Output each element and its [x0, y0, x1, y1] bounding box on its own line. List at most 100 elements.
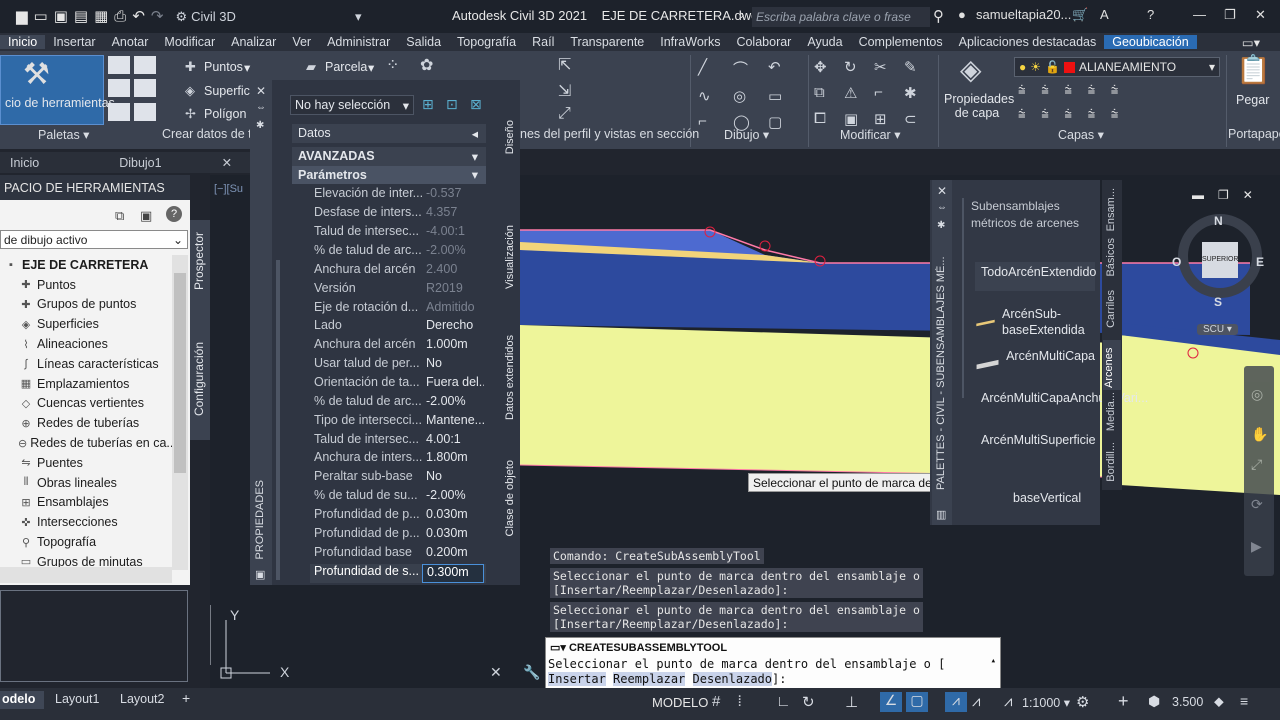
annotation-monitor-icon[interactable]: +: [1118, 691, 1129, 712]
steering-wheel-icon[interactable]: ◎: [1251, 386, 1263, 403]
osnap-tracking-icon[interactable]: ∠: [880, 692, 902, 712]
search-input[interactable]: Escriba palabra clave o frase: [752, 7, 930, 27]
feature-line-icon[interactable]: ⁘: [386, 58, 399, 74]
palette-tool-todo-arcen[interactable]: TodoArcénExtendido: [975, 262, 1096, 291]
property-row[interactable]: % de talud de arc... -2.00%: [310, 243, 486, 262]
property-value[interactable]: 0.030m: [422, 507, 484, 526]
option-desenlazado[interactable]: Desenlazado: [692, 672, 772, 686]
viewcube-north[interactable]: N: [1214, 214, 1223, 228]
palette-tool-base-vertical[interactable]: baseVertical: [975, 490, 1095, 515]
layer-tool-8-icon[interactable]: ⩭: [1064, 106, 1087, 124]
property-row[interactable]: Orientación de ta... Fuera del...: [310, 375, 486, 394]
settings-icon[interactable]: ✱: [937, 220, 945, 231]
mirror-icon[interactable]: ⚠: [844, 84, 874, 102]
settings-icon[interactable]: ✱: [256, 120, 264, 131]
spline-icon[interactable]: ∿: [698, 87, 733, 105]
offset-icon[interactable]: ⊂: [904, 110, 934, 128]
window-icon[interactable]: ▣: [140, 208, 152, 224]
panel-perfil[interactable]: nes del perfil y vistas en sección: [520, 127, 699, 141]
osnap-icon[interactable]: ▢: [906, 692, 928, 712]
tree-expand-icon[interactable]: ⧉: [115, 208, 124, 224]
model-space-button[interactable]: MODELO: [652, 695, 708, 710]
stretch-icon[interactable]: ⧠: [814, 110, 844, 128]
tab-ensamblajes[interactable]: Ensam...: [1105, 188, 1117, 231]
fillet-icon[interactable]: ⌐: [874, 84, 904, 102]
tab-complementos[interactable]: Complementos: [851, 35, 951, 49]
panel-portapapeles[interactable]: Portapape: [1228, 127, 1280, 141]
viewcube-west[interactable]: O: [1172, 255, 1181, 269]
scrollbar-thumb[interactable]: [174, 273, 186, 473]
line-icon[interactable]: ╱: [698, 58, 733, 79]
tab-ver[interactable]: Ver: [284, 35, 319, 49]
tab-inicio[interactable]: Inicio: [0, 35, 46, 49]
tree-item-redes[interactable]: ⊕ Redes de tuberías: [0, 413, 172, 433]
tab-carriles[interactable]: Carriles: [1105, 290, 1117, 328]
save-icon[interactable]: ▣: [54, 9, 68, 24]
section-datos[interactable]: Datos ◂: [292, 124, 486, 143]
palette-scrollbar[interactable]: [962, 198, 964, 398]
ortho-icon[interactable]: ∟: [776, 693, 791, 710]
property-value[interactable]: Fuera del...: [422, 375, 484, 394]
points-button[interactable]: Puntos: [204, 60, 243, 74]
property-row[interactable]: Profundidad de p... 0.030m: [310, 526, 486, 545]
customize-icon[interactable]: ≡: [1240, 693, 1248, 709]
minimize-icon[interactable]: —: [1193, 7, 1206, 22]
tab-clase-objeto[interactable]: Clase de objeto: [504, 460, 516, 536]
tab-geoubicacion[interactable]: Geoubicación: [1104, 35, 1197, 49]
tab-aplicaciones[interactable]: Aplicaciones destacadas: [951, 35, 1105, 49]
help-icon[interactable]: ?: [1147, 7, 1154, 22]
tab-salida[interactable]: Salida: [398, 35, 449, 49]
add-layout-icon[interactable]: +: [182, 690, 190, 706]
property-value-input[interactable]: 0.300m: [422, 564, 484, 583]
tree-item-cuencas[interactable]: ◇ Cuencas vertientes: [0, 394, 172, 414]
property-value[interactable]: -2.00%: [422, 394, 484, 413]
property-row[interactable]: Desfase de inters... 4.357: [310, 205, 486, 224]
tab-bordillos[interactable]: Bordill...: [1105, 442, 1117, 482]
tree-item-emplazamientos[interactable]: ▦ Emplazamientos: [0, 374, 172, 394]
layer-properties-button[interactable]: Propiedades de capa: [944, 92, 1014, 120]
zoom-icon[interactable]: ⤢: [1251, 456, 1262, 473]
section-parametros[interactable]: Parámetros ▾: [292, 166, 486, 184]
doc-tab-inicio[interactable]: Inicio: [0, 156, 49, 170]
property-row[interactable]: % de talud de arc... -2.00%: [310, 394, 486, 413]
property-row[interactable]: Peraltar sub-base No: [310, 469, 486, 488]
units-value[interactable]: 3.500: [1172, 695, 1203, 709]
property-value[interactable]: No: [422, 469, 484, 488]
grid-icon[interactable]: #: [712, 693, 720, 710]
layer-tool-2-icon[interactable]: ⩭: [1041, 82, 1064, 100]
autohide-icon[interactable]: ⇔: [937, 202, 947, 213]
tab-arcenes[interactable]: Arcenes: [1103, 340, 1121, 390]
palette-tool-arcen-multicapa-anchura[interactable]: ArcénMultiCapaAnchuraVari...: [975, 390, 1148, 415]
move-icon[interactable]: ✥: [814, 58, 844, 76]
property-value[interactable]: No: [422, 356, 484, 375]
property-value[interactable]: Mantene...: [422, 413, 484, 432]
print-icon[interactable]: ⎙: [114, 9, 126, 24]
tree-item-ensamblajes[interactable]: ⊞ Ensamblajes: [0, 493, 172, 513]
annotation-scale-icon[interactable]: ⩘: [1004, 693, 1012, 710]
erase-icon[interactable]: ✎: [904, 58, 934, 76]
tab-infraworks[interactable]: InfraWorks: [652, 35, 728, 49]
ribbon-options-icon[interactable]: ▭▾: [1242, 35, 1280, 50]
tab-layout1[interactable]: Layout1: [55, 692, 99, 706]
copy-icon[interactable]: ⧉: [814, 84, 844, 102]
layer-tool-6-icon[interactable]: ⩭: [1018, 106, 1041, 124]
property-value[interactable]: 1.800m: [422, 450, 484, 469]
annotation-scale-dropdown[interactable]: 1:1000 ▾: [1022, 695, 1070, 710]
property-value[interactable]: Derecho: [422, 318, 484, 337]
property-row-selected[interactable]: Profundidad de s... 0.300m: [310, 564, 486, 583]
sample-lines-icon[interactable]: ⤢: [558, 106, 571, 122]
tab-colaborar[interactable]: Colaborar: [728, 35, 799, 49]
tab-rail[interactable]: Raíl: [524, 35, 562, 49]
tab-anotar[interactable]: Anotar: [104, 35, 157, 49]
layer-palette-icon[interactable]: [108, 79, 130, 98]
help-icon[interactable]: ?: [166, 206, 182, 222]
rotate-icon[interactable]: ↻: [844, 58, 874, 76]
tab-modificar[interactable]: Modificar: [156, 35, 223, 49]
palette-tool-arcen-multicapa[interactable]: ArcénMultiCapa: [975, 348, 1095, 373]
pan-icon[interactable]: ✋: [1251, 426, 1268, 443]
array-icon[interactable]: ⊞: [874, 110, 904, 128]
property-value[interactable]: 1.000m: [422, 337, 484, 356]
tab-ayuda[interactable]: Ayuda: [799, 35, 850, 49]
property-row[interactable]: Anchura del arcén 1.000m: [310, 337, 486, 356]
tree-item-redes-presion[interactable]: ⊖ Redes de tuberías en ca...: [0, 433, 177, 453]
